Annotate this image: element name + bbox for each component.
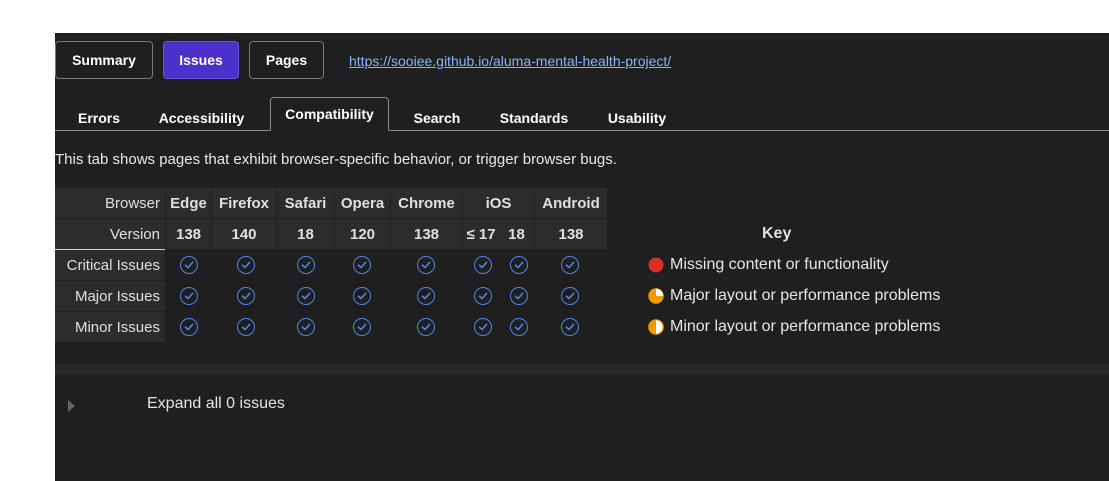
tab-compatibility[interactable]: Compatibility xyxy=(270,97,389,131)
tab-standards[interactable]: Standards xyxy=(490,105,578,131)
check-circle-icon xyxy=(417,318,435,336)
check-circle-icon xyxy=(297,318,315,336)
browser-android: Android xyxy=(535,188,607,218)
tab-accessibility[interactable]: Accessibility xyxy=(150,105,253,131)
browser-edge: Edge xyxy=(166,188,211,218)
pie-three-quarter-icon xyxy=(648,288,664,304)
check-circle-icon xyxy=(510,287,528,305)
version-label: Version xyxy=(55,219,165,249)
check-circle-icon xyxy=(297,256,315,274)
summary-button[interactable]: Summary xyxy=(55,41,153,79)
check-circle-icon xyxy=(237,287,255,305)
row-major-issues: Major Issues xyxy=(55,281,165,311)
browser-ios: iOS xyxy=(463,188,534,218)
version-android: 138 xyxy=(535,219,607,249)
check-circle-icon xyxy=(417,256,435,274)
browser-label: Browser xyxy=(55,188,165,218)
row-critical-issues: Critical Issues xyxy=(55,250,165,280)
pie-half-icon xyxy=(648,319,664,335)
pages-button[interactable]: Pages xyxy=(249,41,324,79)
check-circle-icon xyxy=(510,256,528,274)
row-minor-issues: Minor Issues xyxy=(55,312,165,342)
version-opera: 120 xyxy=(335,219,390,249)
key-label: Minor layout or performance problems xyxy=(670,318,941,335)
version-edge: 138 xyxy=(166,219,211,249)
check-circle-icon xyxy=(561,287,579,305)
issues-button[interactable]: Issues xyxy=(163,41,239,79)
check-circle-icon xyxy=(237,318,255,336)
key-item-critical: Missing content or functionality xyxy=(648,255,889,275)
check-circle-icon xyxy=(297,287,315,305)
check-circle-icon xyxy=(353,256,371,274)
version-firefox: 140 xyxy=(212,219,276,249)
check-circle-icon xyxy=(180,318,198,336)
key-item-major: Major layout or performance problems xyxy=(648,286,940,306)
red-circle-icon xyxy=(648,257,664,273)
site-url-link[interactable]: https://sooiee.github.io/aluma-mental-he… xyxy=(349,53,671,69)
check-circle-icon xyxy=(474,256,492,274)
version-chrome: 138 xyxy=(391,219,462,249)
version-ios: 18 xyxy=(499,219,534,249)
browser-opera: Opera xyxy=(335,188,390,218)
key-label: Missing content or functionality xyxy=(670,256,889,273)
check-circle-icon xyxy=(474,287,492,305)
version-ios-legacy: ≤ 17 xyxy=(463,219,499,249)
check-circle-icon xyxy=(237,256,255,274)
key-title: Key xyxy=(762,225,792,242)
check-circle-icon xyxy=(353,287,371,305)
tab-usability[interactable]: Usability xyxy=(598,105,676,131)
expand-all-issues[interactable]: Expand all 0 issues xyxy=(147,395,285,413)
check-circle-icon xyxy=(561,256,579,274)
browser-firefox: Firefox xyxy=(212,188,276,218)
expand-arrow-icon[interactable] xyxy=(68,400,75,412)
version-safari: 18 xyxy=(277,219,334,249)
issues-panel: Summary Issues Pages https://sooiee.gith… xyxy=(55,33,1109,481)
tab-errors[interactable]: Errors xyxy=(65,105,133,131)
tab-search[interactable]: Search xyxy=(404,105,470,131)
check-circle-icon xyxy=(353,318,371,336)
check-circle-icon xyxy=(561,318,579,336)
section-divider xyxy=(55,364,1109,374)
browser-chrome: Chrome xyxy=(391,188,462,218)
key-label: Major layout or performance problems xyxy=(670,287,941,304)
check-circle-icon xyxy=(417,287,435,305)
browser-safari: Safari xyxy=(277,188,334,218)
check-circle-icon xyxy=(474,318,492,336)
check-circle-icon xyxy=(180,287,198,305)
compatibility-description: This tab shows pages that exhibit browse… xyxy=(55,151,617,168)
check-circle-icon xyxy=(510,318,528,336)
key-item-minor: Minor layout or performance problems xyxy=(648,317,940,337)
check-circle-icon xyxy=(180,256,198,274)
